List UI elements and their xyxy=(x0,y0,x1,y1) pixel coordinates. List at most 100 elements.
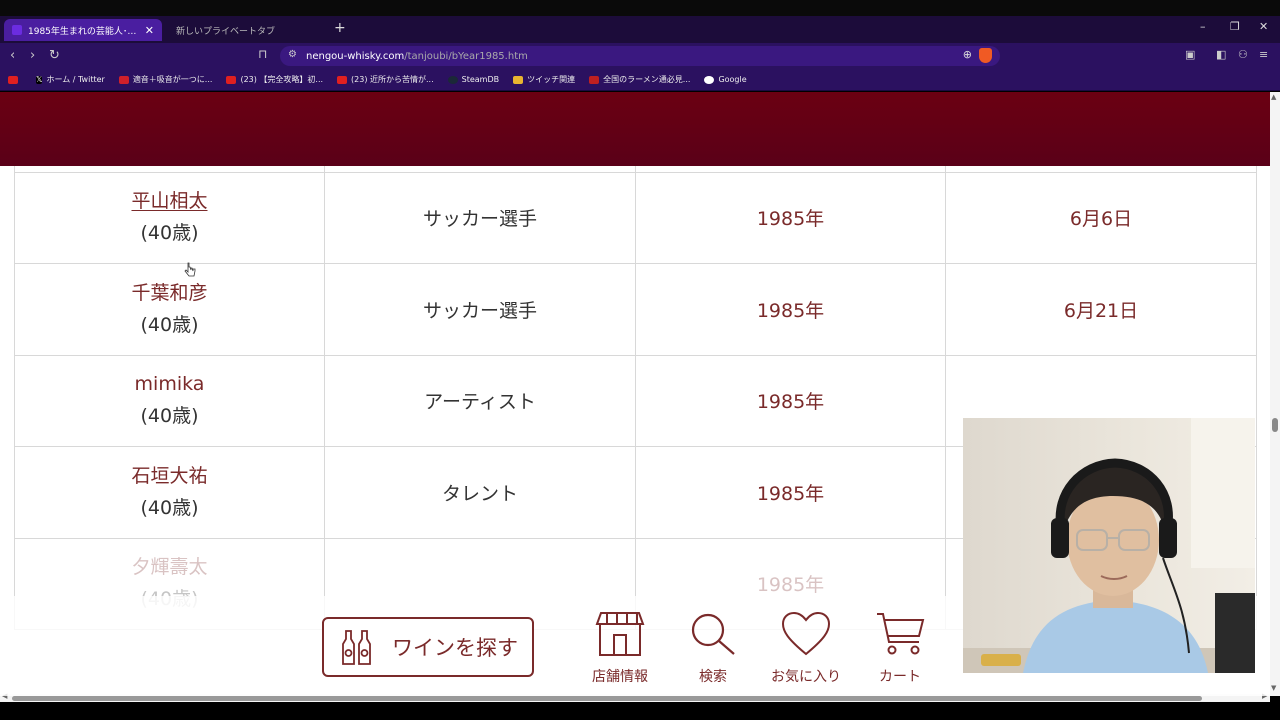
bookmark-item[interactable]: 𝕏 ホーム / Twitter xyxy=(36,74,105,85)
window-close-icon[interactable]: ✕ xyxy=(1259,20,1268,33)
bookmark-item[interactable]: ツイッチ関連 xyxy=(513,74,575,85)
scroll-up-icon[interactable]: ▲ xyxy=(1271,93,1276,101)
tab-active-label: 1985年生まれの芸能人･有名人の誕生日 xyxy=(28,26,141,37)
back-icon[interactable]: ‹ xyxy=(10,48,15,63)
bookmark-item[interactable]: (23) 【完全攻略】初... xyxy=(226,74,323,85)
job-cell: サッカー選手 xyxy=(324,171,636,264)
table-row: 平山相太 (40歳) サッカー選手 1985年 6月6日 xyxy=(14,171,1257,264)
bookmark-item[interactable]: 全国のラーメン通必見... xyxy=(589,74,690,85)
folder-icon xyxy=(513,75,524,84)
bookmark-label: ホーム / Twitter xyxy=(46,75,105,84)
site-info-icon[interactable]: ⚙ xyxy=(288,49,297,60)
vertical-scrollbar[interactable] xyxy=(1270,92,1280,696)
bookmark-label: 全国のラーメン通必見... xyxy=(603,75,691,84)
celebrity-name-link[interactable]: 平山相太 xyxy=(15,186,324,217)
job-cell: アーティスト xyxy=(324,354,636,447)
nav-store[interactable]: 店舗情報 xyxy=(575,610,665,686)
tab-active[interactable]: 1985年生まれの芸能人･有名人の誕生日 ✕ xyxy=(4,19,162,41)
restore-icon[interactable]: ❐ xyxy=(1230,20,1240,33)
birth-year-link[interactable]: 1985年 xyxy=(757,300,824,322)
bookmark-label: (23) 近所から苦情が... xyxy=(351,75,434,84)
celebrity-name-link[interactable]: 夕輝壽太 xyxy=(15,552,324,583)
date-cell: 6月6日 xyxy=(945,171,1257,264)
heart-icon xyxy=(781,611,831,656)
nav-favorites-label: お気に入り xyxy=(771,669,841,685)
site-header xyxy=(0,92,1270,166)
x-icon: 𝕏 xyxy=(36,74,43,84)
celebrity-name-link[interactable]: 石垣大祐 xyxy=(15,461,324,492)
cart-icon xyxy=(877,613,925,655)
bookmark-page-icon[interactable]: ⊓ xyxy=(258,47,267,61)
birth-year-link[interactable]: 1985年 xyxy=(757,483,824,505)
youtube-icon xyxy=(226,75,237,84)
nav-favorites[interactable]: お気に入り xyxy=(761,610,851,686)
vertical-scroll-thumb[interactable] xyxy=(1272,418,1278,432)
tab-strip: 1985年生まれの芸能人･有名人の誕生日 ✕ 新しいプライベートタブ + – ❐… xyxy=(0,16,1280,43)
bookmark-label: Google xyxy=(718,75,747,84)
steam-icon xyxy=(447,75,458,84)
wallet-icon[interactable]: ▣ xyxy=(1185,48,1195,61)
birth-date-link[interactable]: 6月6日 xyxy=(1070,208,1132,230)
vpn-icon[interactable]: ⚇ xyxy=(1238,48,1248,61)
birth-date-link[interactable]: 6月21日 xyxy=(1064,300,1138,322)
taskbar-strip xyxy=(0,702,1280,720)
celebrity-name-link[interactable]: 千葉和彦 xyxy=(15,278,324,309)
youtube-icon xyxy=(337,75,348,84)
reload-icon[interactable]: ↻ xyxy=(49,48,60,63)
webcam-overlay xyxy=(963,418,1255,673)
year-cell: 1985年 xyxy=(635,171,946,264)
zoom-icon[interactable]: ⊕ xyxy=(963,48,972,61)
celebrity-name-link[interactable]: mimika xyxy=(15,369,324,400)
menu-icon[interactable]: ≡ xyxy=(1259,48,1268,61)
title-bar xyxy=(0,0,1280,16)
table-row: 千葉和彦 (40歳) サッカー選手 1985年 6月21日 xyxy=(14,263,1257,356)
year-cell: 1985年 xyxy=(635,446,946,539)
celebrity-age: (40歳) xyxy=(140,222,199,245)
birth-year-link[interactable]: 1985年 xyxy=(757,208,824,230)
bookmark-label: ツイッチ関連 xyxy=(527,75,576,84)
youtube-icon xyxy=(8,75,18,84)
birth-year-link[interactable]: 1985年 xyxy=(757,574,824,596)
url-field[interactable]: ⚙ nengou-whisky.com /tanjoubi/bYear1985.… xyxy=(280,46,1000,66)
name-cell: mimika (40歳) xyxy=(14,354,325,447)
date-cell: 6月21日 xyxy=(945,263,1257,356)
nav-store-label: 店舗情報 xyxy=(592,669,648,685)
nav-cart-label: カート xyxy=(879,669,921,685)
new-tab-button[interactable]: + xyxy=(334,20,346,36)
bookmark-item[interactable]: Google xyxy=(704,75,747,84)
celebrity-job: サッカー選手 xyxy=(422,299,537,322)
forward-icon[interactable]: › xyxy=(30,48,35,63)
url-path: /tanjoubi/bYear1985.htm xyxy=(404,50,528,62)
nav-cart[interactable]: カート xyxy=(855,610,945,686)
address-bar: ‹ › ↻ ⊓ ⚙ nengou-whisky.com /tanjoubi/bY… xyxy=(0,43,1280,69)
brave-shield-icon[interactable] xyxy=(979,48,992,63)
celebrity-job: アーティスト xyxy=(424,391,536,414)
tab-private-label: 新しいプライベートタブ xyxy=(176,26,276,37)
horizontal-scroll-thumb[interactable] xyxy=(12,696,1202,701)
bookmark-item[interactable]: SteamDB xyxy=(447,75,499,84)
bookmark-item[interactable] xyxy=(8,75,22,84)
job-cell: タレント xyxy=(324,446,636,539)
tab-close-icon[interactable]: ✕ xyxy=(145,24,154,37)
year-cell: 1985年 xyxy=(635,263,946,356)
tab-favicon-icon xyxy=(12,25,22,35)
tab-private[interactable]: 新しいプライベートタブ xyxy=(168,19,328,41)
wine-bottles-icon xyxy=(342,630,371,665)
minimize-icon[interactable]: – xyxy=(1200,20,1206,33)
google-icon xyxy=(704,75,715,84)
name-cell: 石垣大祐 (40歳) xyxy=(14,446,325,539)
scroll-down-icon[interactable]: ▼ xyxy=(1271,684,1276,692)
nav-search[interactable]: 検索 xyxy=(668,610,758,686)
store-icon xyxy=(595,612,645,656)
name-cell: 平山相太 (40歳) xyxy=(14,171,325,264)
celebrity-age: (40歳) xyxy=(140,313,199,336)
birth-year-link[interactable]: 1985年 xyxy=(757,391,824,413)
year-cell: 1985年 xyxy=(635,354,946,447)
bookmark-item[interactable]: (23) 近所から苦情が... xyxy=(337,74,434,85)
name-cell: 千葉和彦 (40歳) xyxy=(14,263,325,356)
nav-search-label: 検索 xyxy=(699,669,727,685)
find-wine-button[interactable]: ワインを探す xyxy=(322,617,534,677)
bookmark-item[interactable]: 適音＋吸音が一つに... xyxy=(118,74,212,85)
sidebar-icon[interactable]: ◧ xyxy=(1216,48,1226,61)
ramen-icon xyxy=(589,75,600,84)
